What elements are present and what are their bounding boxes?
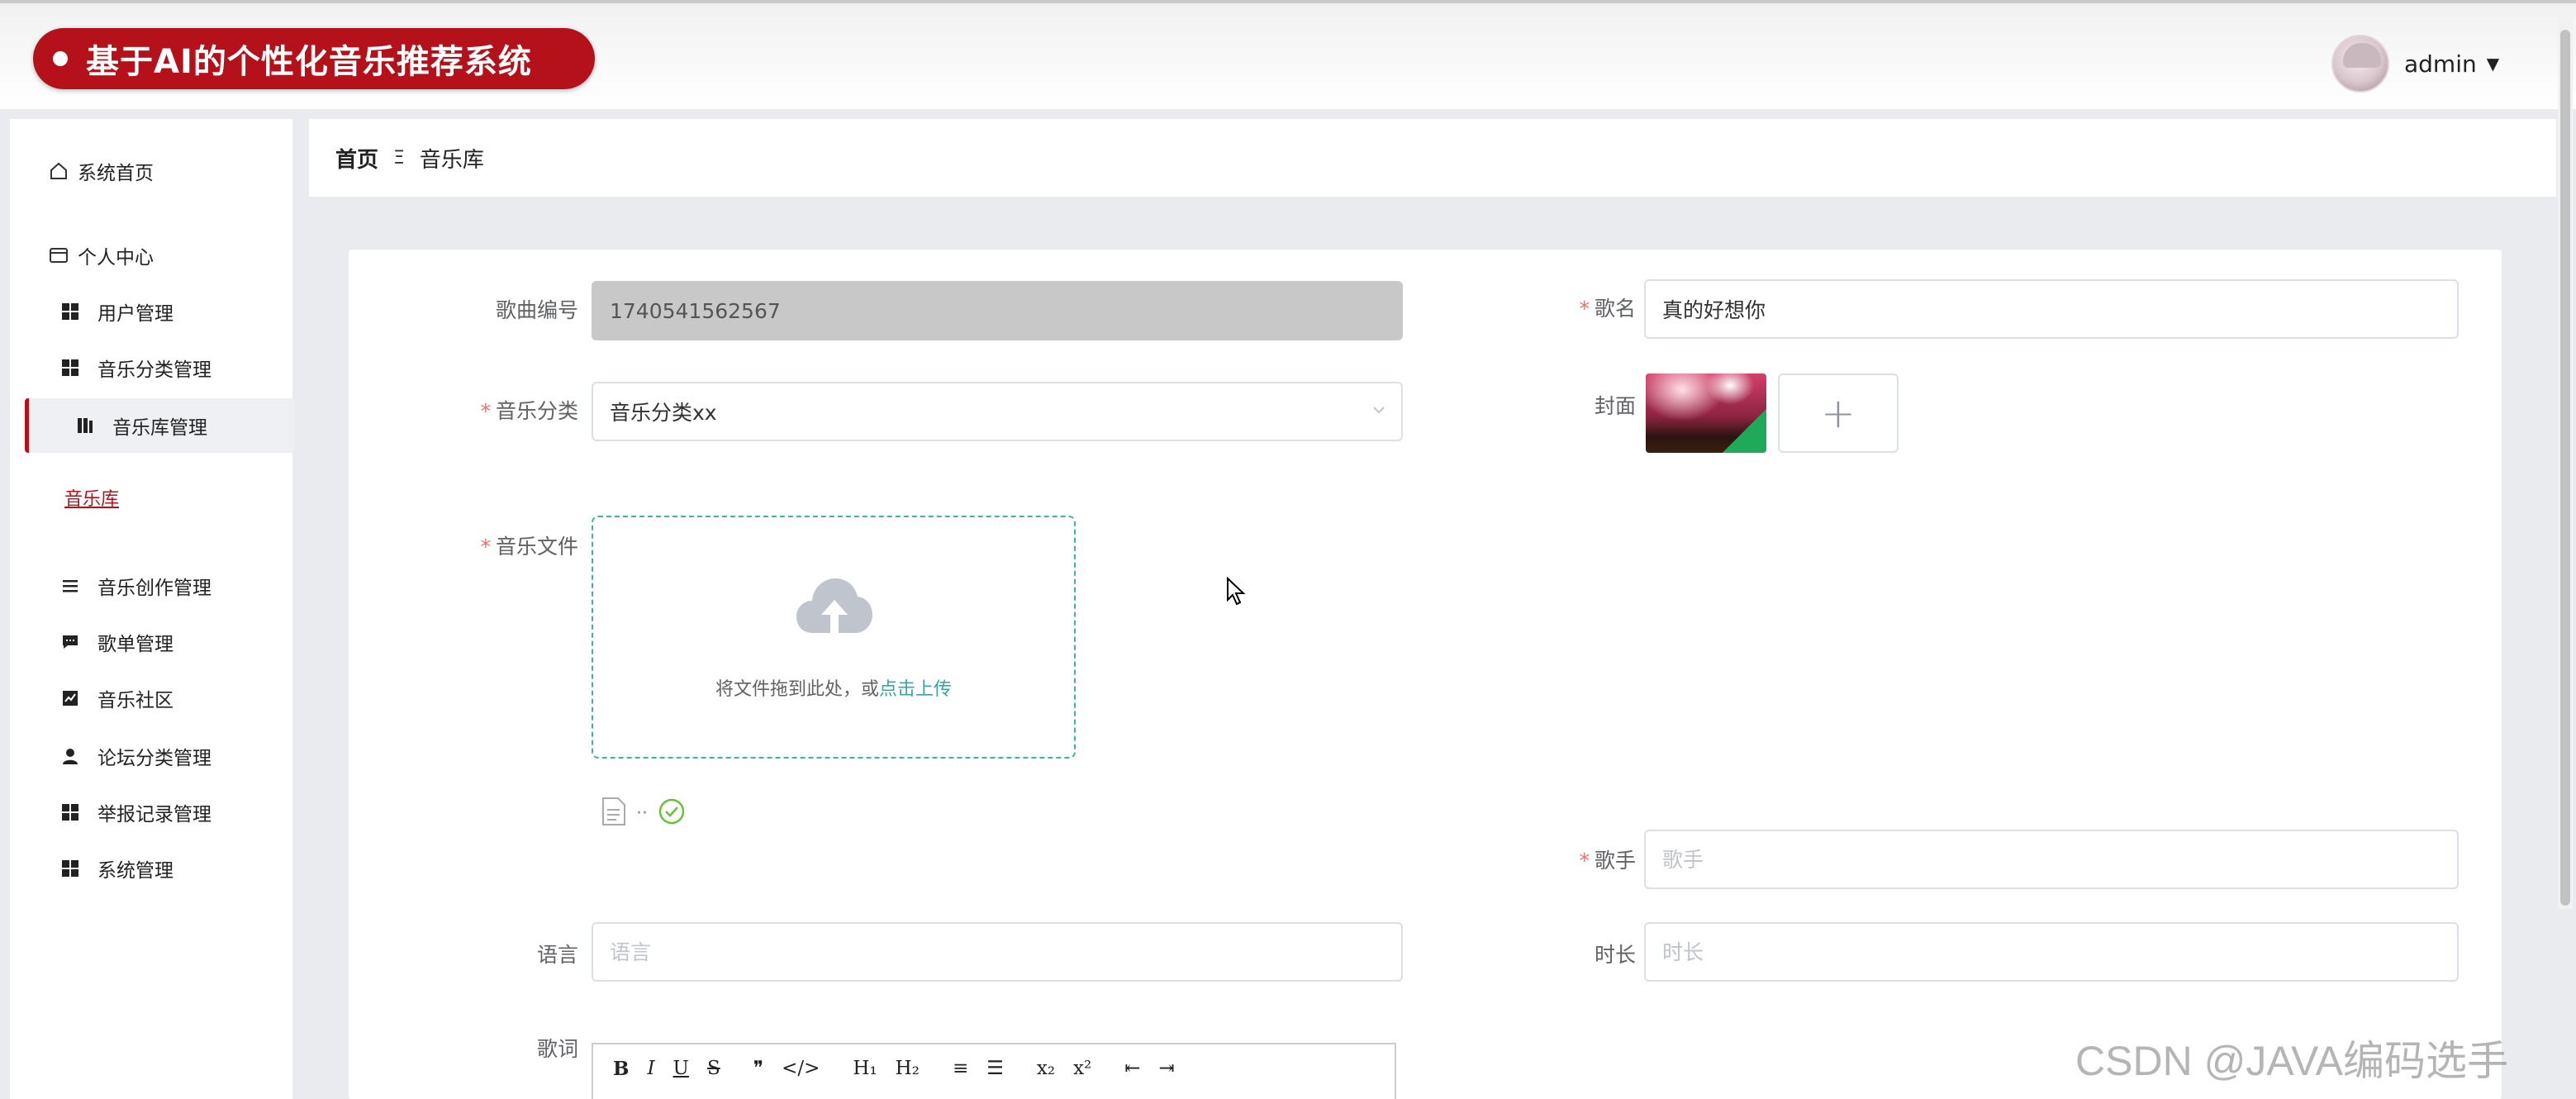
title-dot-icon [53, 51, 68, 66]
heading1-button[interactable]: H₁ [853, 1058, 877, 1079]
user-name[interactable]: admin [2404, 50, 2477, 78]
upload-click-link[interactable]: 点击上传 [879, 679, 952, 700]
sidebar-item-forum-category[interactable]: 论坛分类管理 [10, 729, 291, 783]
sidebar-sublink-music-library[interactable]: 音乐库 [64, 484, 119, 511]
chevron-down-icon[interactable]: ▼ [2487, 54, 2499, 74]
file-name: ·· [636, 802, 648, 824]
breadcrumb-home[interactable]: 首页 [335, 143, 378, 174]
lyrics-label: 歌词 [536, 1037, 578, 1061]
plus-icon: + [1821, 389, 1856, 437]
breadcrumb: 首页 Ξ 音乐库 [309, 119, 2556, 197]
document-icon [601, 797, 626, 830]
sidebar-item-label: 举报记录管理 [97, 804, 211, 825]
song-no-field: 1740541562567 [592, 281, 1403, 340]
grid-icon [59, 357, 81, 378]
indent-button[interactable]: ⇥ [1159, 1058, 1175, 1079]
grid-icon [59, 802, 81, 823]
ordered-list-button[interactable]: ≡ [953, 1058, 968, 1079]
duration-label: 时长 [1594, 943, 1636, 967]
superscript-button[interactable]: x² [1073, 1058, 1091, 1079]
song-name-field[interactable]: 真的好想你 [1644, 279, 2459, 339]
category-label: * 音乐分类 [480, 399, 578, 423]
chevron-down-icon[interactable] [1371, 402, 1386, 421]
grid-icon [59, 301, 81, 322]
bullet-list-button[interactable]: ☰ [986, 1058, 1004, 1079]
page-scrollbar[interactable] [2558, 17, 2573, 909]
music-file-label: * 音乐文件 [480, 535, 578, 559]
lyrics-editor-toolbar: B I U S ❞ </> H₁ H₂ ≡ ☰ x₂ x² ⇤ ⇥ [592, 1043, 1396, 1099]
italic-button[interactable]: I [647, 1058, 654, 1079]
sidebar-item-playlist[interactable]: 歌单管理 [10, 615, 291, 669]
singer-label: * 歌手 [1579, 849, 1636, 873]
library-icon [74, 415, 96, 436]
singer-input[interactable] [1662, 847, 2457, 872]
song-no-value: 1740541562567 [610, 298, 781, 323]
sidebar-item-home[interactable]: 系统首页 [10, 144, 291, 198]
category-value: 音乐分类xx [610, 401, 717, 425]
bold-button[interactable]: B [613, 1058, 629, 1080]
message-icon [59, 631, 81, 653]
sidebar-item-label: 论坛分类管理 [97, 748, 211, 769]
subscript-button[interactable]: x₂ [1037, 1058, 1055, 1079]
cover-add-button[interactable]: + [1778, 373, 1899, 453]
upload-dropzone[interactable]: 将文件拖到此处，或点击上传 [592, 516, 1076, 759]
uploaded-file-item[interactable]: ·· [592, 780, 712, 846]
sidebar-item-label: 音乐社区 [97, 690, 173, 711]
code-block-button[interactable]: </> [782, 1058, 820, 1079]
wallet-icon [48, 245, 69, 266]
sidebar-item-label: 歌单管理 [97, 634, 173, 655]
upload-hint: 将文件拖到此处，或点击上传 [715, 679, 953, 700]
language-label: 语言 [536, 943, 578, 967]
home-icon [48, 160, 69, 182]
sidebar-item-music-creation[interactable]: 音乐创作管理 [10, 559, 291, 613]
user-icon [59, 745, 81, 767]
duration-input[interactable] [1662, 940, 2457, 964]
singer-field[interactable] [1644, 830, 2459, 889]
breadcrumb-separator-icon: Ξ [393, 147, 405, 169]
mouse-cursor-icon [1226, 576, 1246, 610]
sidebar: 系统首页 个人中心 用户管理 音乐分类管理 音乐库管理 音乐库 音乐创作管理 歌… [10, 119, 294, 1099]
avatar[interactable] [2331, 35, 2389, 93]
sidebar-item-personal[interactable]: 个人中心 [10, 228, 291, 283]
blockquote-button[interactable]: ❞ [753, 1058, 763, 1079]
sidebar-item-label: 音乐库管理 [112, 417, 207, 439]
song-name-value[interactable]: 真的好想你 [1662, 294, 1766, 324]
list-icon [59, 575, 81, 597]
grid-icon [59, 858, 81, 879]
song-no-label: 歌曲编号 [495, 298, 578, 322]
sidebar-item-label: 系统首页 [78, 163, 154, 184]
check-circle-icon [658, 797, 686, 829]
app-title-badge: 基于AI的个性化音乐推荐系统 [33, 28, 595, 89]
sidebar-item-label: 用户管理 [97, 303, 173, 325]
user-menu[interactable]: admin ▼ [2331, 35, 2499, 93]
top-header: 基于AI的个性化音乐推荐系统 admin ▼ [0, 0, 2576, 109]
app-title: 基于AI的个性化音乐推荐系统 [86, 43, 532, 81]
sidebar-item-music-category[interactable]: 音乐分类管理 [10, 340, 291, 395]
sidebar-item-system[interactable]: 系统管理 [10, 841, 291, 896]
sidebar-item-label: 个人中心 [78, 247, 154, 269]
sidebar-item-label: 系统管理 [97, 860, 173, 882]
breadcrumb-current: 音乐库 [419, 147, 484, 173]
language-field[interactable] [592, 922, 1403, 982]
underline-button[interactable]: U [673, 1058, 689, 1079]
outdent-button[interactable]: ⇤ [1124, 1058, 1140, 1079]
sidebar-item-music-library[interactable]: 音乐库管理 [25, 398, 294, 453]
language-input[interactable] [610, 940, 1401, 964]
duration-field[interactable] [1644, 922, 2459, 982]
sidebar-item-community[interactable]: 音乐社区 [10, 671, 291, 726]
cloud-upload-icon [795, 575, 874, 641]
category-select[interactable]: 音乐分类xx [592, 382, 1403, 441]
song-name-label: * 歌名 [1579, 297, 1636, 321]
cover-label: 封面 [1594, 394, 1636, 418]
sidebar-item-report[interactable]: 举报记录管理 [10, 785, 291, 840]
heading2-button[interactable]: H₂ [896, 1058, 920, 1079]
strike-button[interactable]: S [707, 1058, 720, 1079]
sidebar-item-users[interactable]: 用户管理 [10, 284, 291, 339]
sidebar-item-label: 音乐分类管理 [97, 359, 211, 381]
sidebar-item-label: 音乐创作管理 [97, 578, 211, 599]
cover-image[interactable] [1646, 373, 1766, 453]
chart-icon [59, 687, 81, 709]
scrollbar-thumb[interactable] [2560, 30, 2570, 906]
watermark: CSDN @JAVA编码选手 [2075, 1038, 2508, 1084]
